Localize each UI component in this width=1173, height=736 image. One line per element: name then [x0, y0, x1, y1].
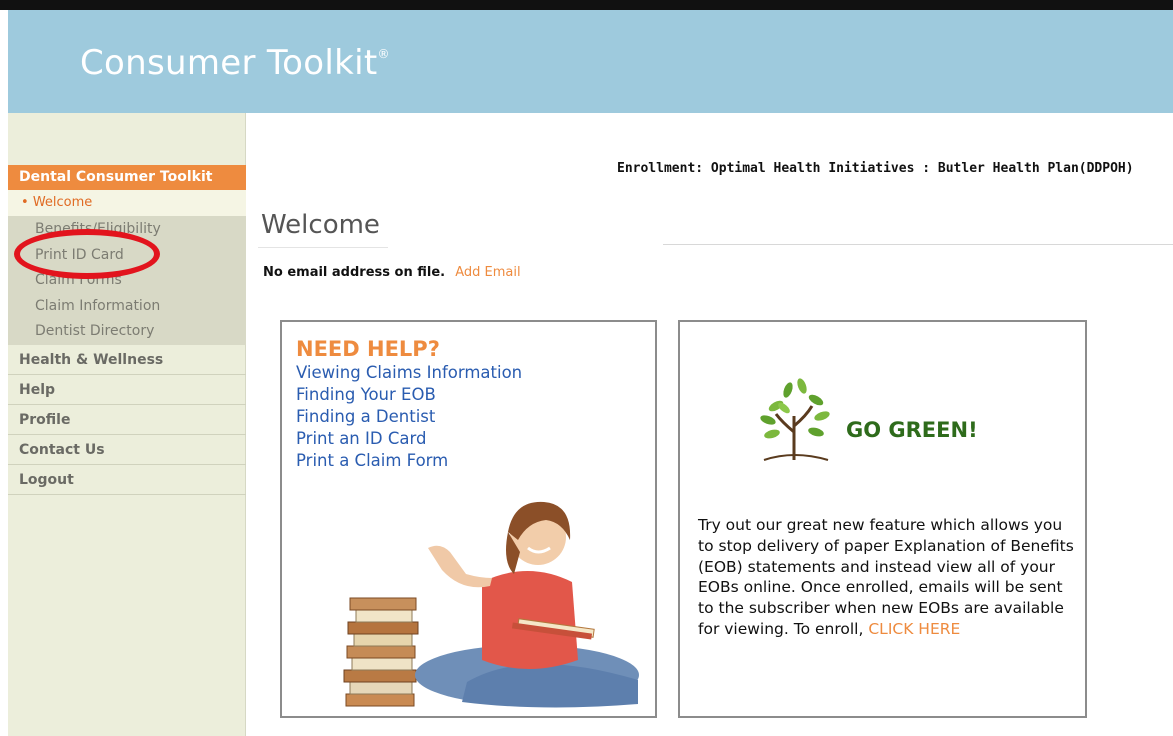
- add-email-link[interactable]: Add Email: [455, 265, 520, 280]
- go-green-description: Try out our great new feature which allo…: [698, 515, 1078, 640]
- sidebar-nav: Dental Consumer Toolkit • Welcome Benefi…: [8, 113, 246, 736]
- sidebar-item-welcome-label: • Welcome: [21, 195, 93, 210]
- help-link-print-id-card[interactable]: Print an ID Card: [296, 429, 426, 448]
- title-divider: [663, 244, 1173, 245]
- left-edge: [0, 10, 8, 736]
- help-link-print-claim-form[interactable]: Print a Claim Form: [296, 451, 448, 470]
- go-green-panel: GO GREEN! Try out our great new feature …: [678, 320, 1087, 718]
- title-underline: [258, 247, 388, 248]
- trademark-mark: ®: [377, 47, 390, 61]
- student-figure: [415, 501, 639, 708]
- enrollment-info: Enrollment: Optimal Health Initiatives :…: [617, 161, 1134, 176]
- sidebar-item-profile[interactable]: Profile: [8, 405, 246, 435]
- need-help-title: NEED HELP?: [296, 337, 440, 361]
- app-header: Consumer Toolkit®: [8, 10, 1173, 113]
- student-with-books-illustration: [343, 501, 639, 708]
- email-status: No email address on file. Add Email: [263, 265, 521, 280]
- help-link-viewing-claims[interactable]: Viewing Claims Information: [296, 363, 522, 382]
- help-link-finding-dentist[interactable]: Finding a Dentist: [296, 407, 435, 426]
- sidebar-item-help[interactable]: Help: [8, 375, 246, 405]
- sidebar-item-contact-us[interactable]: Contact Us: [8, 435, 246, 465]
- highlight-circle: [14, 229, 160, 279]
- help-link-finding-eob[interactable]: Finding Your EOB: [296, 385, 436, 404]
- window-top-border: [0, 0, 1173, 10]
- sidebar-item-welcome[interactable]: • Welcome: [8, 190, 246, 216]
- app-title: Consumer Toolkit®: [80, 43, 390, 83]
- sidebar-item-claim-information[interactable]: Claim Information: [35, 298, 160, 314]
- no-email-text: No email address on file.: [263, 265, 446, 280]
- tree-logo-icon: [760, 378, 830, 461]
- need-help-panel: NEED HELP? Viewing Claims Information Fi…: [280, 320, 657, 718]
- go-green-title: GO GREEN!: [846, 418, 978, 442]
- sidebar-item-logout[interactable]: Logout: [8, 465, 246, 495]
- sidebar-section-dental[interactable]: Dental Consumer Toolkit: [8, 165, 246, 190]
- sidebar-item-dentist-directory[interactable]: Dentist Directory: [35, 323, 154, 339]
- book-stack-image: [343, 597, 419, 707]
- page-title: Welcome: [261, 210, 380, 240]
- click-here-link[interactable]: CLICK HERE: [868, 620, 960, 638]
- sidebar-item-health-wellness[interactable]: Health & Wellness: [8, 345, 246, 375]
